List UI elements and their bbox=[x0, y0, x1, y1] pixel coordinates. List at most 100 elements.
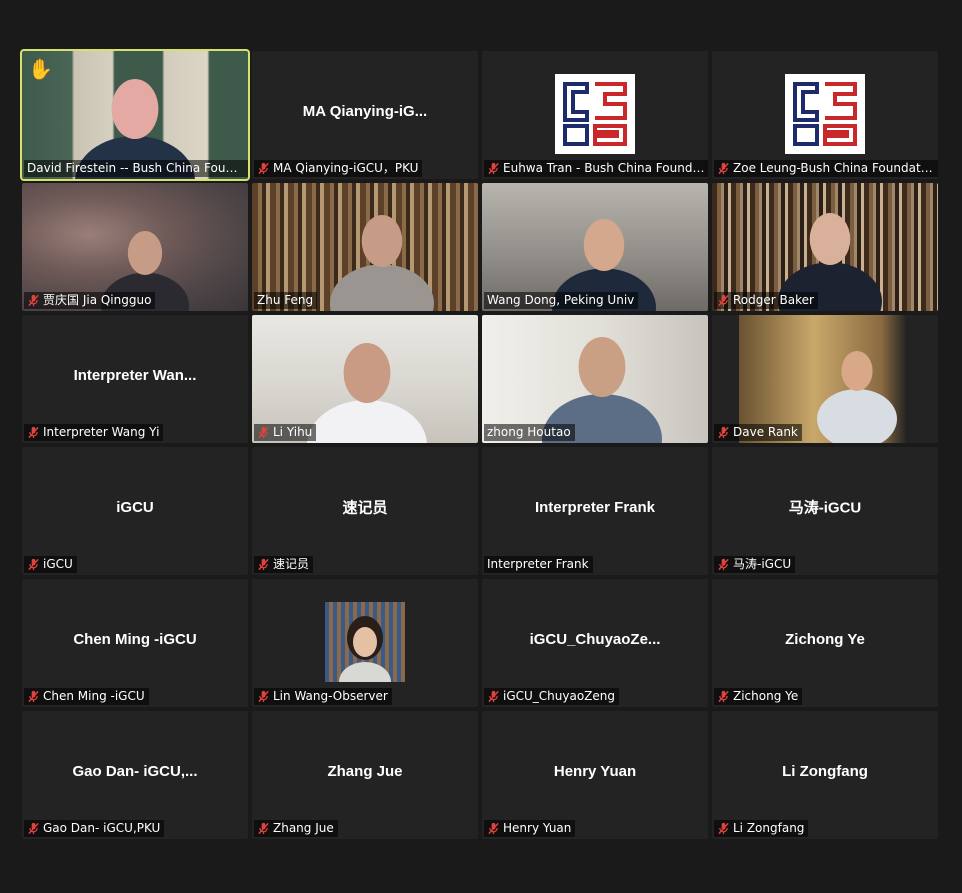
participant-name: Wang Dong, Peking Univ bbox=[487, 293, 635, 307]
mic-off-icon bbox=[488, 690, 499, 703]
participant-name: Zoe Leung-Bush China Foundation bbox=[733, 161, 935, 175]
participant-tile[interactable]: Wang Dong, Peking Univ bbox=[482, 183, 708, 311]
participant-tile[interactable]: Zhu Feng bbox=[252, 183, 478, 311]
mic-off-icon bbox=[718, 426, 729, 439]
participant-tile[interactable]: Rodger Baker bbox=[712, 183, 938, 311]
mic-off-icon bbox=[28, 690, 39, 703]
participant-tile[interactable]: Zhang Jue Zhang Jue bbox=[252, 711, 478, 839]
participant-name-center: Li Zongfang bbox=[782, 763, 868, 781]
participant-name-center: Gao Dan- iGCU,... bbox=[72, 763, 198, 781]
participant-tile[interactable]: Interpreter Wan... Interpreter Wang Yi bbox=[22, 315, 248, 443]
mic-off-icon bbox=[258, 426, 269, 439]
participant-name: 贾庆国 Jia Qingguo bbox=[43, 293, 152, 307]
participant-name: iGCU bbox=[43, 557, 73, 571]
participant-tile[interactable]: Euhwa Tran - Bush China Founda... bbox=[482, 51, 708, 179]
participant-name: iGCU_ChuyaoZeng bbox=[503, 689, 616, 703]
participant-name-label: Zhu Feng bbox=[254, 292, 318, 309]
participant-name-label: 贾庆国 Jia Qingguo bbox=[24, 292, 156, 309]
participant-name: Henry Yuan bbox=[503, 821, 572, 835]
participant-name-center: iGCU bbox=[116, 499, 154, 517]
participant-name-label: iGCU_ChuyaoZeng bbox=[484, 688, 620, 705]
participant-tile[interactable]: Interpreter Frank Interpreter Frank bbox=[482, 447, 708, 575]
mic-off-icon bbox=[28, 426, 39, 439]
participant-tile[interactable]: 速记员 速记员 bbox=[252, 447, 478, 575]
avatar bbox=[325, 602, 405, 702]
participant-name-label: Henry Yuan bbox=[484, 820, 576, 837]
mic-off-icon bbox=[718, 822, 729, 835]
participant-tile[interactable]: MA Qianying-iG... MA Qianying-iGCU，PKU bbox=[252, 51, 478, 179]
participant-name: Lin Wang-Observer bbox=[273, 689, 388, 703]
participant-name: zhong Houtao bbox=[487, 425, 571, 439]
mic-off-icon bbox=[28, 294, 39, 307]
participant-name-label: Dave Rank bbox=[714, 424, 802, 441]
participant-tile[interactable]: Gao Dan- iGCU,... Gao Dan- iGCU,PKU bbox=[22, 711, 248, 839]
participant-name-label: Rodger Baker bbox=[714, 292, 818, 309]
participant-name-label: Li Zongfang bbox=[714, 820, 809, 837]
participant-name-center: iGCU_ChuyaoZe... bbox=[529, 631, 661, 649]
participant-name-label: 马涛-iGCU bbox=[714, 556, 796, 573]
participant-name-label: David Firestein -- Bush China Found... bbox=[24, 160, 248, 177]
participant-tile[interactable]: iGCU_ChuyaoZe... iGCU_ChuyaoZeng bbox=[482, 579, 708, 707]
gallery-grid: ✋ David Firestein -- Bush China Found... M… bbox=[20, 49, 938, 839]
participant-name-label: Gao Dan- iGCU,PKU bbox=[24, 820, 165, 837]
participant-name-center: Zhang Jue bbox=[327, 763, 403, 781]
participant-name-label: MA Qianying-iGCU，PKU bbox=[254, 160, 423, 177]
participant-name: MA Qianying-iGCU，PKU bbox=[273, 161, 419, 175]
participant-tile[interactable]: Zichong Ye Zichong Ye bbox=[712, 579, 938, 707]
mic-off-icon bbox=[488, 822, 499, 835]
participant-name: Dave Rank bbox=[733, 425, 798, 439]
participant-tile[interactable]: 贾庆国 Jia Qingguo bbox=[22, 183, 248, 311]
participant-name: 马涛-iGCU bbox=[733, 557, 792, 571]
participant-tile[interactable]: ✋ David Firestein -- Bush China Found... bbox=[20, 49, 250, 181]
mic-off-icon bbox=[28, 822, 39, 835]
mic-off-icon bbox=[718, 690, 729, 703]
mic-off-icon bbox=[258, 822, 269, 835]
participant-name-label: 速记员 bbox=[254, 556, 314, 573]
mic-off-icon bbox=[718, 162, 729, 175]
participant-name-center: 速记员 bbox=[342, 499, 388, 517]
participant-tile[interactable]: iGCU iGCU bbox=[22, 447, 248, 575]
foundation-logo bbox=[785, 74, 865, 154]
participant-name: Li Zongfang bbox=[733, 821, 805, 835]
participant-name-label: Lin Wang-Observer bbox=[254, 688, 392, 705]
participant-tile[interactable]: Li Zongfang Li Zongfang bbox=[712, 711, 938, 839]
participant-name-center: Zichong Ye bbox=[785, 631, 865, 649]
participant-name-center: Interpreter Wan... bbox=[73, 367, 197, 385]
participant-tile[interactable]: Dave Rank bbox=[712, 315, 938, 443]
participant-name: Rodger Baker bbox=[733, 293, 814, 307]
participant-name-center: Interpreter Frank bbox=[534, 499, 656, 517]
participant-name-label: Interpreter Wang Yi bbox=[24, 424, 164, 441]
participant-name: Gao Dan- iGCU,PKU bbox=[43, 821, 161, 835]
participant-tile[interactable]: Lin Wang-Observer bbox=[252, 579, 478, 707]
participant-name-label: Zhang Jue bbox=[254, 820, 338, 837]
participant-tile[interactable]: Henry Yuan Henry Yuan bbox=[482, 711, 708, 839]
mic-off-icon bbox=[258, 558, 269, 571]
participant-name-label: iGCU bbox=[24, 556, 77, 573]
mic-off-icon bbox=[258, 690, 269, 703]
mic-off-icon bbox=[28, 558, 39, 571]
participant-name: Li Yihu bbox=[273, 425, 313, 439]
participant-name-center: Henry Yuan bbox=[553, 763, 637, 781]
participant-name-label: Chen Ming -iGCU bbox=[24, 688, 149, 705]
participant-name-label: Li Yihu bbox=[254, 424, 317, 441]
foundation-logo bbox=[555, 74, 635, 154]
participant-tile[interactable]: Chen Ming -iGCU Chen Ming -iGCU bbox=[22, 579, 248, 707]
participant-name: 速记员 bbox=[273, 557, 310, 571]
participant-name-center: MA Qianying-iG... bbox=[302, 103, 428, 121]
mic-off-icon bbox=[488, 162, 499, 175]
participant-tile[interactable]: Zoe Leung-Bush China Foundation bbox=[712, 51, 938, 179]
participant-name: David Firestein -- Bush China Found... bbox=[27, 161, 245, 175]
participant-tile[interactable]: 马涛-iGCU 马涛-iGCU bbox=[712, 447, 938, 575]
participant-name: Zichong Ye bbox=[733, 689, 799, 703]
participant-tile[interactable]: Li Yihu bbox=[252, 315, 478, 443]
participant-name: Zhang Jue bbox=[273, 821, 334, 835]
participant-name-center: 马涛-iGCU bbox=[788, 499, 862, 517]
participant-name-center: Chen Ming -iGCU bbox=[73, 631, 197, 649]
participant-tile[interactable]: zhong Houtao bbox=[482, 315, 708, 443]
participant-name-label: Interpreter Frank bbox=[484, 556, 593, 573]
participant-name: Chen Ming -iGCU bbox=[43, 689, 145, 703]
participant-name: Euhwa Tran - Bush China Founda... bbox=[503, 161, 705, 175]
participant-name: Interpreter Frank bbox=[487, 557, 589, 571]
participant-name-label: Zoe Leung-Bush China Foundation bbox=[714, 160, 938, 177]
raised-hand-icon: ✋ bbox=[28, 57, 53, 81]
